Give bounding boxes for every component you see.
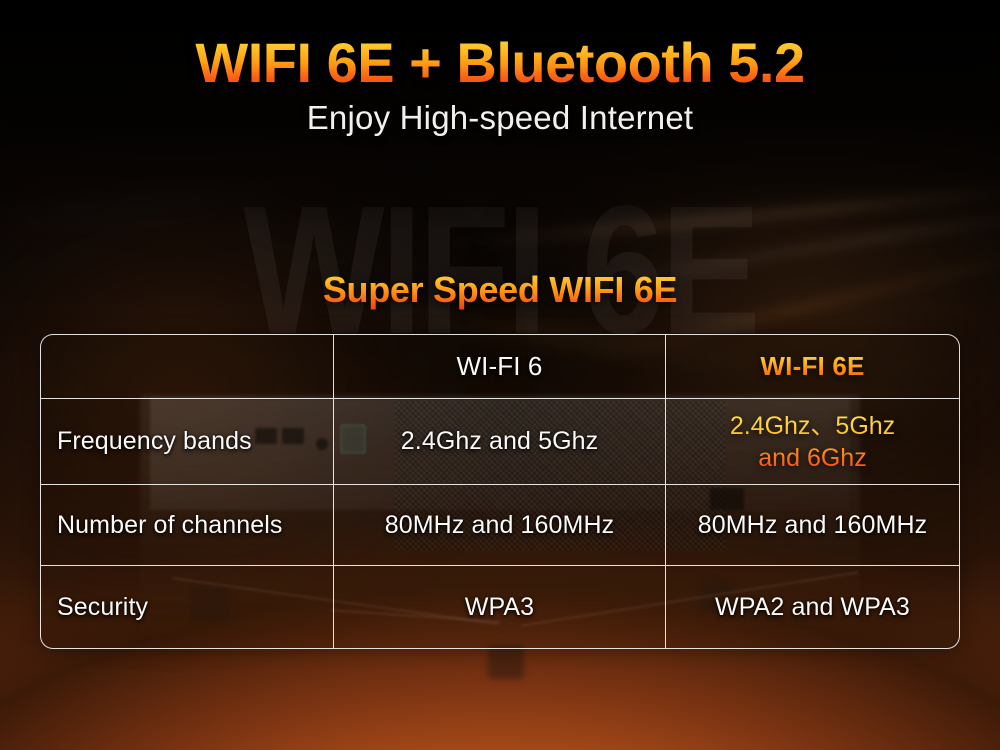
table-cell-row-label: Number of channels <box>41 485 334 565</box>
table-cell-row-label: Frequency bands <box>41 399 334 484</box>
value-wifi6e-frequency: 2.4Ghz、5Ghz and 6Ghz <box>730 410 895 474</box>
value-wifi6-channels: 80MHz and 160MHz <box>384 510 615 539</box>
row-label-security: Security <box>57 592 149 621</box>
table-cell-wifi6e-security: WPA2 and WPA3 <box>666 566 959 648</box>
table-header-row: WI-FI 6 WI-FI 6E <box>41 335 959 399</box>
table-row-security: Security WPA3 WPA2 and WPA3 <box>41 566 959 648</box>
value-wifi6e-security: WPA2 and WPA3 <box>715 592 910 621</box>
table-header-label-wifi6: WI-FI 6 <box>456 351 543 381</box>
value-wifi6e-frequency-line2: and 6Ghz <box>758 443 867 472</box>
hero-title: WIFI 6E + Bluetooth 5.2 <box>0 33 1000 93</box>
value-wifi6-frequency: 2.4Ghz and 5Ghz <box>400 427 599 455</box>
table-cell-wifi6e-channels: 80MHz and 160MHz <box>666 485 959 565</box>
table-header-cell-wifi6e: WI-FI 6E <box>666 335 959 398</box>
table-cell-wifi6-channels: 80MHz and 160MHz <box>334 485 666 565</box>
table-row-number-of-channels: Number of channels 80MHz and 160MHz 80MH… <box>41 485 959 566</box>
table-cell-wifi6e-frequency: 2.4Ghz、5Ghz and 6Ghz <box>666 399 959 484</box>
device-foot <box>488 645 524 679</box>
promo-banner: WIFI 6E WIFI 6E + Bluetooth 5.2 Enjoy Hi… <box>0 0 1000 750</box>
value-wifi6e-frequency-line1: 2.4Ghz、5Ghz <box>729 411 896 440</box>
table-cell-row-label: Security <box>41 566 334 648</box>
row-label-number-of-channels: Number of channels <box>57 510 283 539</box>
hero-heading-block: WIFI 6E + Bluetooth 5.2 Enjoy High-speed… <box>0 33 1000 137</box>
section-title: Super Speed WIFI 6E <box>0 269 1000 311</box>
hero-subtitle: Enjoy High-speed Internet <box>306 98 694 136</box>
table-header-cell-blank <box>41 335 334 398</box>
spec-comparison-table: WI-FI 6 WI-FI 6E Frequency bands 2.4Ghz … <box>40 334 960 649</box>
table-cell-wifi6-security: WPA3 <box>334 566 666 648</box>
table-row-frequency-bands: Frequency bands 2.4Ghz and 5Ghz 2.4Ghz、5… <box>41 399 959 485</box>
table-cell-wifi6-frequency: 2.4Ghz and 5Ghz <box>334 399 666 484</box>
value-wifi6-security: WPA3 <box>464 592 535 621</box>
value-wifi6e-channels: 80MHz and 160MHz <box>697 510 928 539</box>
row-label-frequency-bands: Frequency bands <box>57 427 252 455</box>
table-header-label-wifi6e: WI-FI 6E <box>760 351 865 381</box>
table-header-cell-wifi6: WI-FI 6 <box>334 335 666 398</box>
